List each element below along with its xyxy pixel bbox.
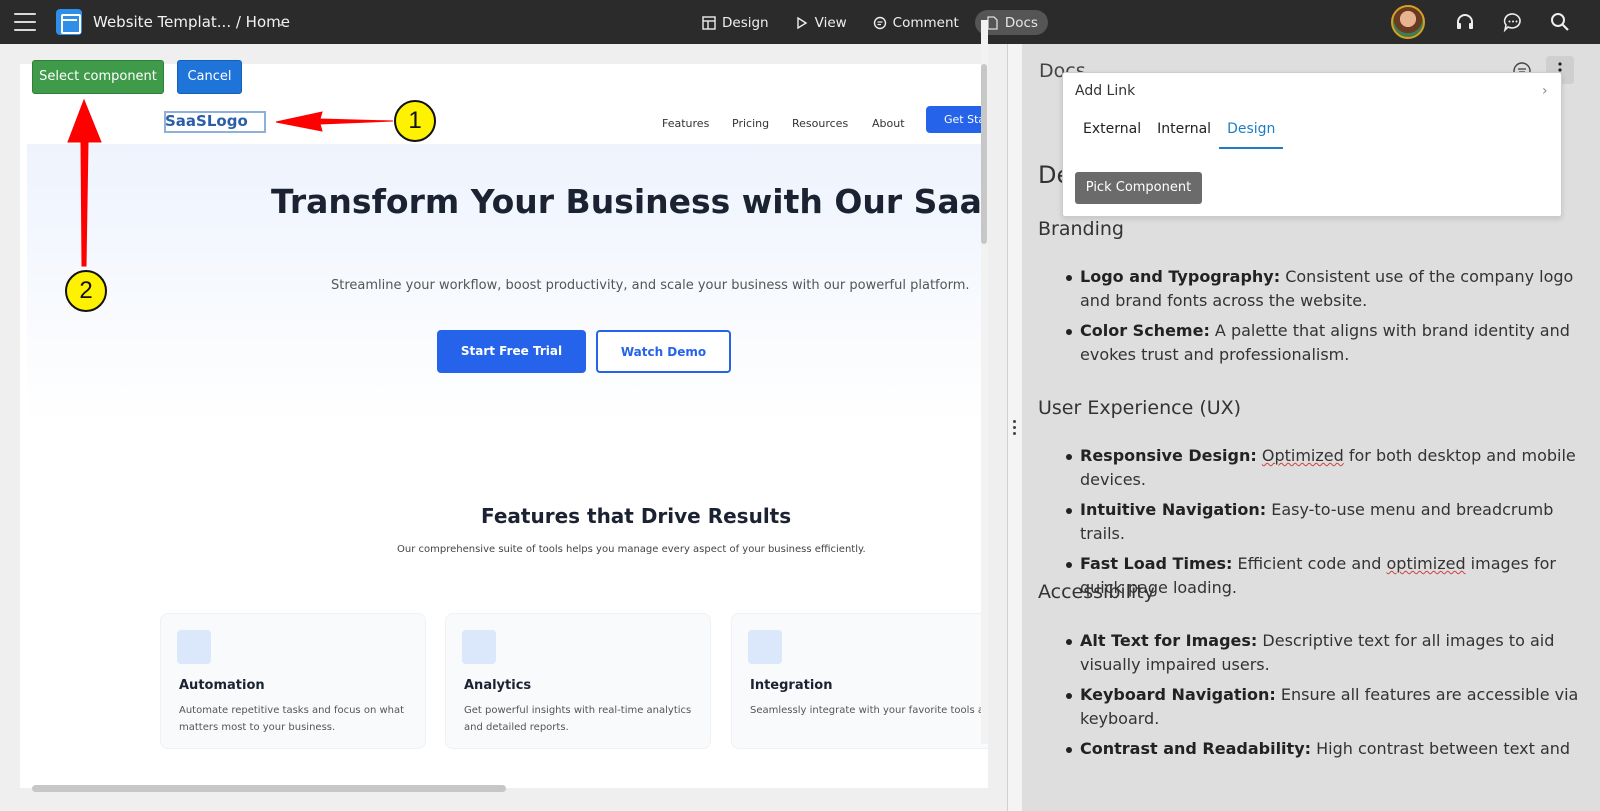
accessibility-list: Alt Text for Images: Descriptive text fo… [1066, 629, 1586, 767]
cancel-button[interactable]: Cancel [177, 60, 242, 94]
play-icon [796, 16, 807, 29]
list-item: Logo and Typography: Consistent use of t… [1066, 265, 1586, 313]
list-item: Responsive Design: Optimized for both de… [1066, 444, 1586, 492]
nav-link-resources[interactable]: Resources [792, 117, 848, 130]
mode-label: View [814, 14, 847, 31]
layout-icon [702, 15, 716, 30]
site-logo[interactable]: SaaSLogo [165, 112, 248, 130]
feature-card-desc-text: Seamlessly integrate with your favorite … [750, 705, 988, 716]
annotation-marker-2: 2 [65, 270, 107, 312]
annotation-marker-1: 1 [394, 100, 436, 142]
mode-design-button[interactable]: Design [692, 10, 779, 35]
list-item: Contrast and Readability: High contrast … [1066, 737, 1586, 761]
search-icon[interactable] [1549, 11, 1571, 33]
nav-link-features[interactable]: Features [662, 117, 709, 130]
item-term: Responsive Design: [1080, 446, 1257, 465]
item-term: Keyboard Navigation: [1080, 685, 1276, 704]
features-subtitle: Our comprehensive suite of tools helps y… [397, 544, 866, 555]
feature-card-desc: Seamlessly integrate with your favorite … [750, 702, 988, 719]
tab-external[interactable]: External [1075, 121, 1149, 149]
list-item: Keyboard Navigation: Ensure all features… [1066, 683, 1586, 731]
site-header: SaaSLogo Features Pricing Resources Abou… [20, 64, 988, 144]
spellcheck-word: Optimized [1261, 446, 1344, 465]
feature-card-integration[interactable]: Integration Seamlessly integrate with yo… [731, 613, 988, 749]
breadcrumb[interactable]: Website Templat... / Home [93, 13, 290, 31]
mode-view-button[interactable]: View [785, 10, 857, 35]
chevron-down-icon[interactable]: ⌄ [276, 15, 286, 29]
mode-switcher: Design View Comment Docs [692, 10, 1048, 35]
item-term: Fast Load Times: [1080, 554, 1233, 573]
feature-card-title: Automation [179, 678, 265, 693]
chevron-right-icon[interactable]: › [1542, 83, 1548, 99]
feature-card-analytics[interactable]: Analytics Get powerful insights with rea… [445, 613, 711, 749]
item-term: Alt Text for Images: [1080, 631, 1258, 650]
branding-list: Logo and Typography: Consistent use of t… [1066, 265, 1586, 373]
add-link-popup: Add Link › External Internal Design Pick… [1062, 72, 1562, 217]
nav-link-about[interactable]: About [872, 117, 905, 130]
feature-card-title: Integration [750, 678, 833, 693]
headset-icon[interactable] [1454, 11, 1476, 33]
get-started-button[interactable]: Get Start [926, 106, 988, 133]
list-item: Intuitive Navigation: Easy-to-use menu a… [1066, 498, 1586, 546]
feature-card-title: Analytics [464, 678, 532, 693]
feature-card-desc: Automate repetitive tasks and focus on w… [179, 705, 405, 733]
feature-icon [748, 630, 782, 664]
mode-label: Comment [892, 14, 959, 31]
item-term: Color Scheme: [1080, 321, 1210, 340]
tab-design[interactable]: Design [1219, 121, 1284, 149]
watch-demo-button[interactable]: Watch Demo [596, 330, 731, 373]
user-avatar[interactable] [1391, 5, 1425, 39]
section-heading-accessibility: Accessibility [1038, 581, 1155, 603]
list-item: Color Scheme: A palette that aligns with… [1066, 319, 1586, 367]
select-component-button[interactable]: Select component [32, 60, 164, 94]
comment-icon [873, 16, 886, 29]
mode-label: Design [722, 14, 769, 31]
section-heading-ux: User Experience (UX) [1038, 397, 1242, 419]
pick-component-button[interactable]: Pick Component [1075, 172, 1202, 204]
design-canvas: SaaSLogo Features Pricing Resources Abou… [0, 44, 1007, 811]
page-preview-frame[interactable]: SaaSLogo Features Pricing Resources Abou… [20, 64, 988, 788]
resize-handle-icon[interactable] [1013, 420, 1016, 436]
horizontal-scrollbar[interactable] [32, 785, 506, 792]
feature-card-automation[interactable]: Automation Automate repetitive tasks and… [160, 613, 426, 749]
hero-title: Transform Your Business with Our SaaS So… [271, 182, 988, 221]
item-text: High contrast between text and [1311, 739, 1571, 758]
feature-icon [462, 630, 496, 664]
feature-icon [177, 630, 211, 664]
item-term: Logo and Typography: [1080, 267, 1281, 286]
chat-icon[interactable] [1502, 11, 1524, 33]
features-title: Features that Drive Results [481, 504, 792, 528]
popup-title: Add Link [1075, 83, 1136, 99]
text-fragment: Efficient code and [1232, 554, 1387, 573]
hero-subtitle: Streamline your workflow, boost producti… [331, 278, 970, 293]
mode-label: Docs [1004, 14, 1038, 31]
item-term: Intuitive Navigation: [1080, 500, 1267, 519]
tab-internal[interactable]: Internal [1149, 121, 1219, 149]
list-item: Alt Text for Images: Descriptive text fo… [1066, 629, 1586, 677]
section-heading-branding: Branding [1038, 218, 1124, 240]
vertical-scrollbar[interactable] [981, 64, 987, 244]
nav-link-pricing[interactable]: Pricing [732, 117, 769, 130]
app-logo-icon[interactable] [56, 9, 82, 35]
start-free-trial-button[interactable]: Start Free Trial [437, 330, 586, 373]
mode-comment-button[interactable]: Comment [863, 10, 969, 35]
link-type-tabs: External Internal Design [1075, 121, 1284, 149]
top-bar: Website Templat... / Home ⌄ Design View … [0, 0, 1600, 44]
item-term: Contrast and Readability: [1080, 739, 1312, 758]
hero-section: Transform Your Business with Our SaaS So… [27, 144, 988, 424]
spellcheck-word: optimized [1386, 554, 1466, 573]
feature-card-desc: Get powerful insights with real-time ana… [464, 705, 692, 733]
hamburger-menu-icon[interactable] [14, 13, 36, 31]
